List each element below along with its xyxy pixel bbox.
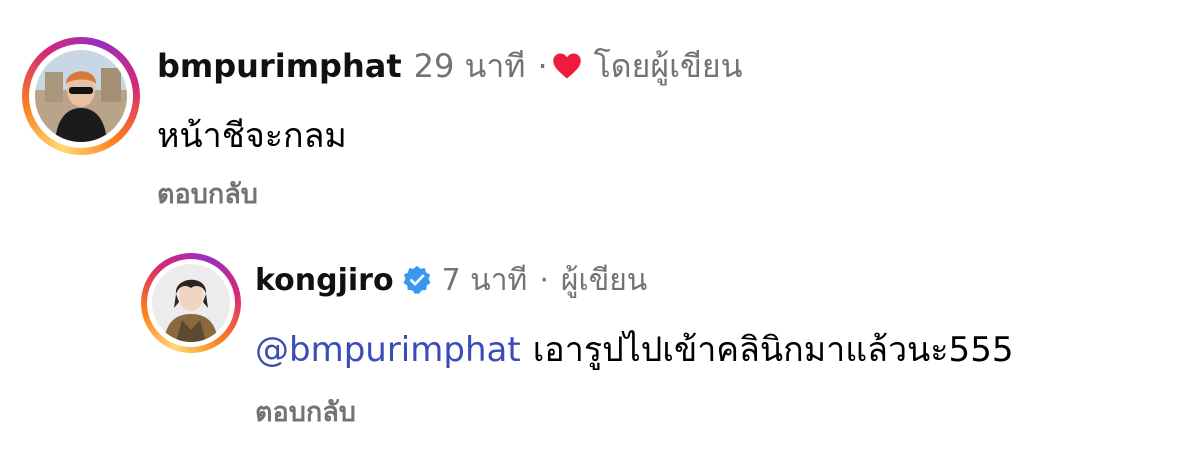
reply-button[interactable]: ตอบกลับ [157, 172, 258, 215]
mention-link[interactable]: @bmpurimphat [255, 330, 521, 370]
separator-dot: · [537, 47, 548, 85]
comment-meta: bmpurimphat 29 นาที · โดยผู้เขียน [157, 44, 743, 88]
verified-badge-icon [403, 265, 431, 294]
timestamp: 29 นาที [413, 46, 526, 85]
reply-button[interactable]: ตอบกลับ [255, 390, 356, 433]
avatar[interactable] [152, 264, 230, 342]
username[interactable]: kongjiro [255, 263, 394, 298]
avatar-photo [152, 264, 230, 342]
separator-dot: · [539, 262, 549, 298]
timestamp: 7 นาที [441, 262, 528, 298]
avatar-photo [35, 50, 127, 142]
heart-icon [552, 53, 581, 79]
comment-text-body: เอารูปไปเข้าคลินิกมาแล้วนะ555 [532, 330, 1014, 370]
liked-by-author-label: โดยผู้เขียน [593, 46, 743, 85]
comment-text: @bmpurimphat เอารูปไปเข้าคลินิกมาแล้วนะ55… [255, 322, 1013, 376]
comment-meta: kongjiro 7 นาที · ผู้เขียน [255, 260, 647, 300]
author-label: ผู้เขียน [560, 262, 648, 298]
username[interactable]: bmpurimphat [157, 47, 402, 85]
comment-text: หน้าชีจะกลม [157, 116, 347, 156]
avatar[interactable] [35, 50, 127, 142]
